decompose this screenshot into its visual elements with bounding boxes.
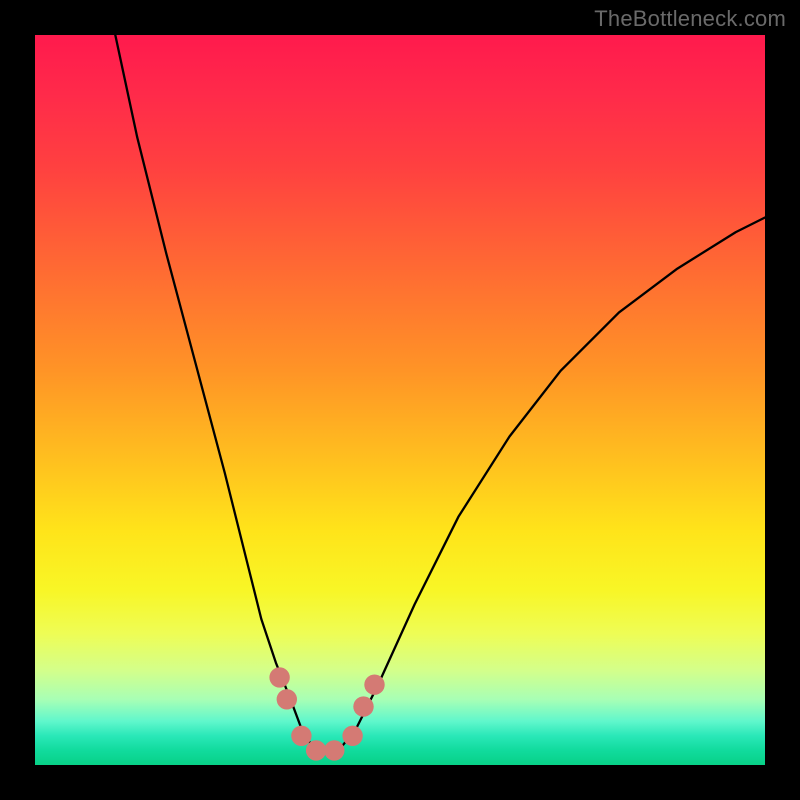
highlight-dot: [324, 740, 344, 760]
highlight-dot: [353, 696, 373, 716]
highlight-dot: [364, 675, 384, 695]
plot-svg: [35, 35, 765, 765]
watermark-text: TheBottleneck.com: [594, 6, 786, 32]
highlight-dot: [269, 667, 289, 687]
highlight-dot: [342, 726, 362, 746]
plot-area: [35, 35, 765, 765]
highlight-dot: [306, 740, 326, 760]
highlight-dot: [277, 689, 297, 709]
chart-frame: TheBottleneck.com: [0, 0, 800, 800]
highlight-dots: [269, 667, 384, 760]
bottleneck-curve: [115, 35, 765, 754]
highlight-dot: [291, 726, 311, 746]
